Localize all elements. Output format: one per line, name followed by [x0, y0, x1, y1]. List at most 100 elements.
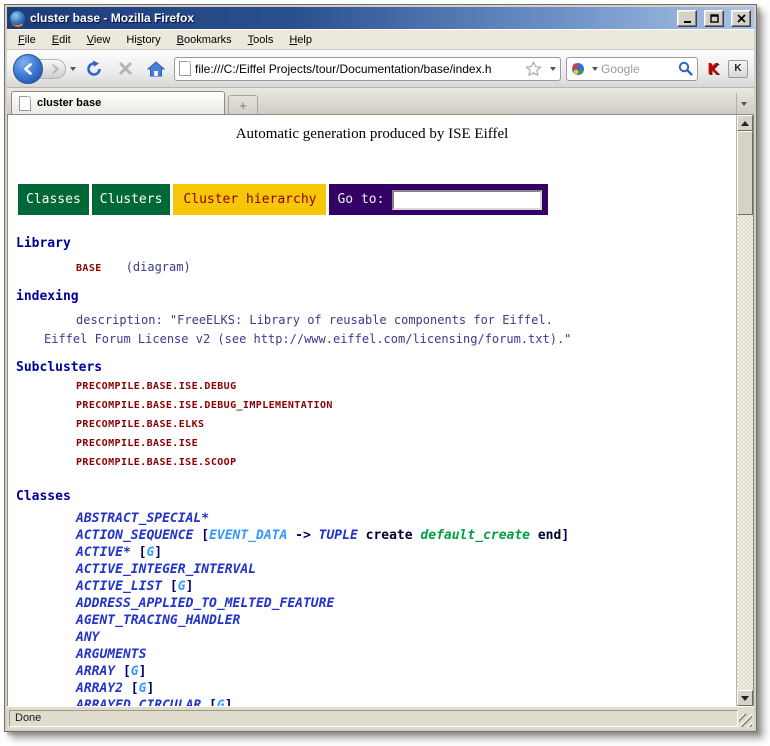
- scroll-up-icon: [741, 121, 749, 126]
- content-area: Automatic generation produced by ISE Eif…: [7, 114, 754, 706]
- code-text: [: [131, 545, 147, 560]
- title-bar: cluster base - Mozilla Firefox: [7, 7, 754, 29]
- search-input[interactable]: [601, 62, 675, 76]
- clusters-button[interactable]: Clusters: [92, 184, 171, 215]
- scroll-down-button[interactable]: [737, 690, 753, 706]
- class-link[interactable]: ACTIVE_INTEGER_INTERVAL: [76, 562, 256, 577]
- cluster-hierarchy-button[interactable]: Cluster hierarchy: [173, 184, 326, 215]
- class-row: ABSTRACT_SPECIAL*: [8, 511, 736, 528]
- menu-view[interactable]: View: [79, 31, 119, 49]
- code-text: [: [115, 664, 131, 679]
- browser-window: cluster base - Mozilla Firefox FileEditV…: [4, 4, 757, 732]
- home-button[interactable]: [143, 55, 169, 83]
- back-button[interactable]: [13, 54, 43, 84]
- google-logo-icon: [571, 62, 585, 76]
- reload-button[interactable]: [81, 55, 107, 83]
- library-base-link[interactable]: BASE: [76, 263, 102, 274]
- class-link[interactable]: TUPLE: [319, 528, 358, 543]
- close-button[interactable]: [731, 10, 751, 27]
- firefox-icon: [10, 11, 25, 26]
- scrollbar-thumb[interactable]: [737, 131, 753, 215]
- library-row: BASE (diagram): [8, 260, 736, 274]
- back-history-dropdown-icon[interactable]: [70, 67, 76, 71]
- menu-history[interactable]: History: [118, 31, 168, 49]
- search-magnifier-icon[interactable]: [678, 61, 693, 76]
- minimize-button[interactable]: [677, 10, 697, 27]
- class-row: AGENT_TRACING_HANDLER: [8, 613, 736, 630]
- bookmark-star-icon[interactable]: [525, 61, 542, 77]
- menu-help[interactable]: Help: [281, 31, 320, 49]
- code-text: default_create: [420, 528, 530, 543]
- subclusters-header: Subclusters: [8, 360, 736, 375]
- classes-header: Classes: [8, 489, 736, 504]
- generic-parameter: EVENT_DATA: [209, 528, 287, 543]
- maximize-button[interactable]: [704, 10, 724, 27]
- subcluster-link[interactable]: PRECOMPILE.BASE.ISE.DEBUG_IMPLEMENTATION: [8, 400, 736, 417]
- class-row: ADDRESS_APPLIED_TO_MELTED_FEATURE: [8, 596, 736, 613]
- search-box: [566, 57, 698, 81]
- library-header: Library: [8, 236, 736, 251]
- code-text: ]: [225, 698, 233, 706]
- navigation-toolbar: K K: [7, 49, 754, 87]
- code-text: [530, 528, 538, 543]
- status-bar: Done: [7, 706, 754, 729]
- new-tab-button[interactable]: +: [228, 95, 258, 114]
- code-text: [: [201, 698, 217, 706]
- class-link[interactable]: ARRAY2: [76, 681, 123, 696]
- goto-input[interactable]: [392, 190, 542, 210]
- tab-cluster-base[interactable]: cluster base: [11, 91, 225, 114]
- class-link[interactable]: ACTIVE_LIST: [76, 579, 162, 594]
- class-link[interactable]: ABSTRACT_SPECIAL*: [76, 511, 209, 526]
- class-link[interactable]: ADDRESS_APPLIED_TO_MELTED_FEATURE: [76, 596, 334, 611]
- classes-list: ABSTRACT_SPECIAL*ACTION_SEQUENCE [EVENT_…: [8, 511, 736, 706]
- subcluster-link[interactable]: PRECOMPILE.BASE.ISE.DEBUG: [8, 381, 736, 398]
- resize-grip[interactable]: [739, 714, 752, 727]
- menu-tools[interactable]: Tools: [240, 31, 282, 49]
- search-engine-dropdown-icon[interactable]: [592, 67, 598, 71]
- generic-parameter: G: [131, 664, 139, 679]
- classes-button[interactable]: Classes: [18, 184, 89, 215]
- class-link[interactable]: ANY: [76, 630, 99, 645]
- code-text: ]: [154, 545, 162, 560]
- class-row: ARRAY2 [G]: [8, 681, 736, 698]
- url-bar: [174, 57, 561, 81]
- scroll-up-button[interactable]: [737, 115, 753, 131]
- subcluster-link[interactable]: PRECOMPILE.BASE.ELKS: [8, 419, 736, 436]
- menu-bookmarks[interactable]: Bookmarks: [169, 31, 240, 49]
- goto-box: Go to:: [329, 184, 548, 215]
- class-link[interactable]: AGENT_TRACING_HANDLER: [76, 613, 240, 628]
- class-row: ACTIVE* [G]: [8, 545, 736, 562]
- class-row: ACTION_SEQUENCE [EVENT_DATA -> TUPLE cre…: [8, 528, 736, 545]
- indexing-description-line2: Eiffel Forum License v2 (see http://www.…: [8, 332, 736, 346]
- class-link[interactable]: ACTIVE*: [76, 545, 131, 560]
- url-dropdown-icon[interactable]: [550, 67, 556, 71]
- library-diagram-link[interactable]: (diagram): [126, 260, 191, 274]
- class-row: ACTIVE_INTEGER_INTERVAL: [8, 562, 736, 579]
- tab-label: cluster base: [37, 97, 101, 109]
- vertical-scrollbar[interactable]: [736, 115, 753, 706]
- class-link[interactable]: ACTION_SEQUENCE: [76, 528, 193, 543]
- code-text: [: [193, 528, 209, 543]
- k-extension-button[interactable]: K: [728, 60, 748, 78]
- goto-label: Go to:: [337, 192, 384, 207]
- code-text: ]: [561, 528, 569, 543]
- class-row: ACTIVE_LIST [G]: [8, 579, 736, 596]
- kaspersky-icon[interactable]: K: [703, 60, 723, 78]
- doc-nav-buttons: Classes Clusters Cluster hierarchy Go to…: [18, 184, 736, 215]
- menu-file[interactable]: File: [10, 31, 44, 49]
- subcluster-link[interactable]: PRECOMPILE.BASE.ISE.SCOOP: [8, 457, 736, 474]
- class-link[interactable]: ARRAY: [76, 664, 115, 679]
- window-title: cluster base - Mozilla Firefox: [30, 11, 670, 25]
- tab-bar: cluster base +: [7, 87, 754, 114]
- tab-list-dropdown-button[interactable]: [736, 93, 751, 114]
- indexing-header: indexing: [8, 289, 736, 304]
- url-input[interactable]: [195, 62, 521, 76]
- scrollbar-track[interactable]: [737, 215, 753, 690]
- subcluster-link[interactable]: PRECOMPILE.BASE.ISE: [8, 438, 736, 455]
- status-text: Done: [9, 710, 738, 727]
- class-row: ARRAYED_CIRCULAR [G]: [8, 698, 736, 706]
- menu-edit[interactable]: Edit: [44, 31, 79, 49]
- class-link[interactable]: ARGUMENTS: [76, 647, 146, 662]
- class-link[interactable]: ARRAYED_CIRCULAR: [76, 698, 201, 706]
- stop-button[interactable]: [112, 55, 138, 83]
